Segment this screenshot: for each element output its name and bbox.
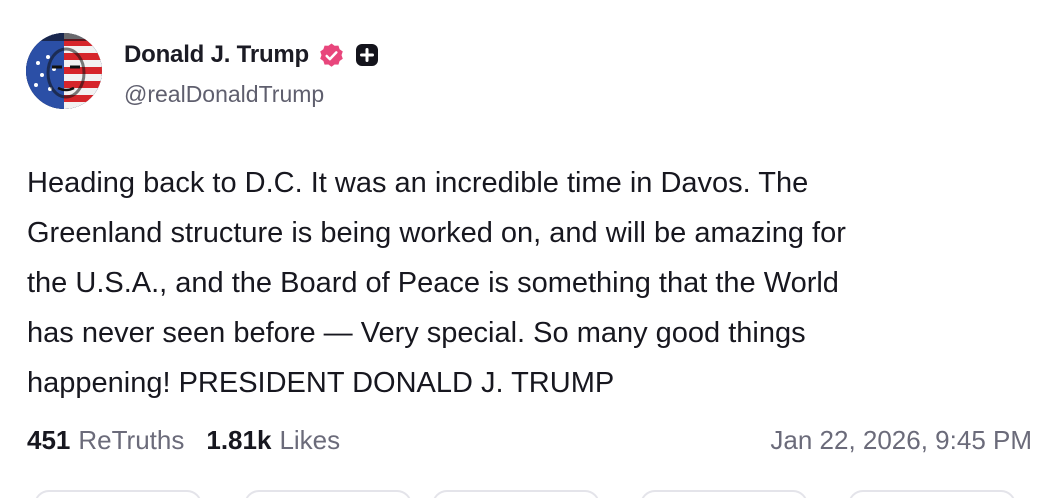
avatar-image bbox=[26, 33, 102, 109]
retruths-label[interactable]: ReTruths bbox=[78, 425, 184, 456]
likes-label[interactable]: Likes bbox=[279, 425, 340, 456]
more-button[interactable] bbox=[848, 490, 1016, 498]
post-card: Donald J. Trump @realDonaldTrump Heading… bbox=[0, 0, 1054, 498]
display-name[interactable]: Donald J. Trump bbox=[124, 41, 309, 69]
post-timestamp[interactable]: Jan 22, 2026, 9:45 PM bbox=[770, 425, 1032, 456]
likes-count[interactable]: 1.81k bbox=[206, 425, 271, 456]
reply-button[interactable] bbox=[34, 490, 202, 498]
action-bar bbox=[0, 490, 1054, 498]
share-button[interactable] bbox=[640, 490, 808, 498]
avatar[interactable] bbox=[26, 33, 102, 109]
name-row: Donald J. Trump bbox=[124, 40, 379, 70]
plus-badge-icon bbox=[355, 43, 379, 67]
like-button[interactable] bbox=[432, 490, 600, 498]
retruth-button[interactable] bbox=[244, 490, 412, 498]
user-handle[interactable]: @realDonaldTrump bbox=[124, 81, 324, 108]
verified-badge-icon bbox=[318, 42, 345, 69]
post-text: Heading back to D.C. It was an incredibl… bbox=[27, 167, 846, 399]
retruths-count[interactable]: 451 bbox=[27, 425, 70, 456]
post-stats: 451 ReTruths 1.81k Likes bbox=[27, 425, 340, 459]
